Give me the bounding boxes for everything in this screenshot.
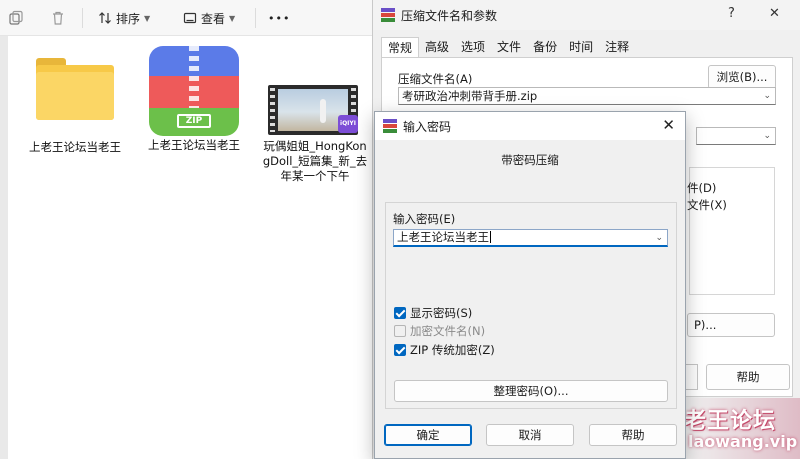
dialog-titlebar: 压缩文件名和参数 ? ✕ bbox=[373, 0, 800, 30]
file-explorer: 排序 ▼ 查看 ▼ ••• 上老王论坛当老王 ZIP 上老王论坛当老王 iQIY… bbox=[0, 0, 372, 459]
tab-general[interactable]: 常规 bbox=[381, 37, 420, 58]
show-password-label: 显示密码(S) bbox=[410, 306, 473, 320]
view-button[interactable]: 查看 ▼ bbox=[183, 7, 235, 29]
winrar-icon bbox=[381, 8, 395, 22]
password-dialog-subtitle: 带密码压缩 bbox=[501, 153, 559, 167]
archive-options-group: 件(D) 文件(X) bbox=[687, 167, 775, 295]
archive-name-value: 考研政治冲刺带背手册.zip bbox=[402, 89, 538, 103]
organize-passwords-button[interactable]: 整理密码(O)... bbox=[394, 380, 668, 402]
option-partial-2[interactable]: 文件(X) bbox=[687, 197, 727, 213]
chevron-down-icon: ▼ bbox=[229, 13, 236, 23]
tab-time[interactable]: 时间 bbox=[563, 37, 599, 58]
main-help-button[interactable]: 帮助 bbox=[706, 364, 790, 390]
browse-button[interactable]: 浏览(B)... bbox=[708, 65, 776, 89]
close-icon[interactable]: ✕ bbox=[769, 6, 780, 21]
password-input[interactable]: 上老王论坛当老王 ⌄ bbox=[393, 229, 668, 247]
dialog-tabs: 常规 高级 选项 文件 备份 时间 注释 bbox=[381, 37, 635, 58]
chevron-down-icon: ▼ bbox=[144, 13, 151, 23]
close-icon[interactable]: ✕ bbox=[662, 116, 675, 134]
sort-label: 排序 bbox=[116, 11, 141, 26]
chevron-down-icon[interactable]: ⌄ bbox=[655, 231, 663, 246]
password-label: 输入密码(E) bbox=[393, 212, 456, 226]
password-value: 上老王论坛当老王 bbox=[397, 230, 489, 244]
text-cursor bbox=[490, 231, 491, 243]
file-name: 上老王论坛当老王 bbox=[148, 138, 240, 152]
folder-icon[interactable] bbox=[36, 58, 114, 120]
watermark-url: laowang.vip bbox=[688, 432, 798, 451]
file-item-video[interactable]: 玩偶姐姐_HongKongDoll_短篇集_新_去年某一个下午 bbox=[262, 135, 368, 184]
ok-button[interactable]: 确定 bbox=[384, 424, 472, 446]
explorer-toolbar: 排序 ▼ 查看 ▼ ••• bbox=[0, 0, 372, 36]
enter-password-dialog: 输入密码 ✕ 带密码压缩 输入密码(E) 上老王论坛当老王 ⌄ 显示密码(S) … bbox=[374, 111, 686, 459]
archive-name-label: 压缩文件名(A) bbox=[398, 72, 473, 86]
show-password-checkbox[interactable]: 显示密码(S) bbox=[394, 305, 472, 321]
chevron-down-icon: ⌄ bbox=[763, 91, 771, 101]
iqiyi-badge-icon: iQIYI bbox=[338, 115, 358, 133]
sort-icon bbox=[99, 12, 111, 24]
watermark-text: 老王论坛 bbox=[684, 409, 777, 434]
zip-legacy-encryption-checkbox[interactable]: ZIP 传统加密(Z) bbox=[394, 342, 495, 358]
help-icon[interactable]: ? bbox=[728, 6, 735, 21]
password-dialog-titlebar: 输入密码 ✕ bbox=[375, 112, 685, 140]
archive-format-combo[interactable]: ⌄ bbox=[696, 127, 776, 145]
winrar-icon bbox=[383, 119, 397, 133]
zip-icon-label: ZIP bbox=[177, 114, 211, 128]
toolbar-divider bbox=[82, 8, 83, 28]
checkbox-checked-icon bbox=[394, 307, 406, 319]
tab-files[interactable]: 文件 bbox=[491, 37, 527, 58]
file-name: 玩偶姐姐_HongKongDoll_短篇集_新_去年某一个下午 bbox=[262, 139, 368, 183]
file-item-folder[interactable]: 上老王论坛当老王 bbox=[25, 136, 125, 155]
sort-button[interactable]: 排序 ▼ bbox=[98, 7, 150, 29]
set-password-button[interactable]: P)... bbox=[687, 313, 775, 337]
help-button[interactable]: 帮助 bbox=[589, 424, 677, 446]
view-icon bbox=[183, 12, 197, 24]
cancel-button[interactable]: 取消 bbox=[486, 424, 574, 446]
tab-comment[interactable]: 注释 bbox=[599, 37, 635, 58]
checkbox-checked-icon bbox=[394, 344, 406, 356]
zip-archive-icon[interactable]: ZIP bbox=[149, 46, 239, 136]
more-button[interactable]: ••• bbox=[268, 7, 290, 29]
tab-backup[interactable]: 备份 bbox=[527, 37, 563, 58]
tab-options[interactable]: 选项 bbox=[455, 37, 491, 58]
archive-name-combo[interactable]: 考研政治冲刺带背手册.zip ⌄ bbox=[398, 87, 776, 105]
checkbox-unchecked-icon bbox=[394, 325, 406, 337]
option-partial-1[interactable]: 件(D) bbox=[687, 180, 716, 196]
cancel-button-edge[interactable] bbox=[686, 364, 698, 390]
tab-advanced[interactable]: 高级 bbox=[419, 37, 455, 58]
chevron-down-icon: ⌄ bbox=[763, 131, 771, 141]
toolbar-divider bbox=[255, 8, 256, 28]
video-thumbnail-icon[interactable]: iQIYI bbox=[268, 85, 358, 135]
file-name: 上老王论坛当老王 bbox=[29, 140, 121, 154]
zip-legacy-encryption-label: ZIP 传统加密(Z) bbox=[410, 343, 495, 357]
encrypt-filenames-label: 加密文件名(N) bbox=[410, 324, 486, 338]
navigation-pane-edge bbox=[0, 36, 8, 459]
encrypt-filenames-checkbox: 加密文件名(N) bbox=[394, 323, 485, 339]
dialog-title: 压缩文件名和参数 bbox=[401, 8, 498, 23]
file-item-zip[interactable]: 上老王论坛当老王 bbox=[144, 134, 244, 153]
password-dialog-title: 输入密码 bbox=[403, 119, 452, 134]
delete-icon[interactable] bbox=[50, 7, 66, 29]
copy-icon[interactable] bbox=[8, 7, 24, 29]
view-label: 查看 bbox=[201, 11, 226, 26]
